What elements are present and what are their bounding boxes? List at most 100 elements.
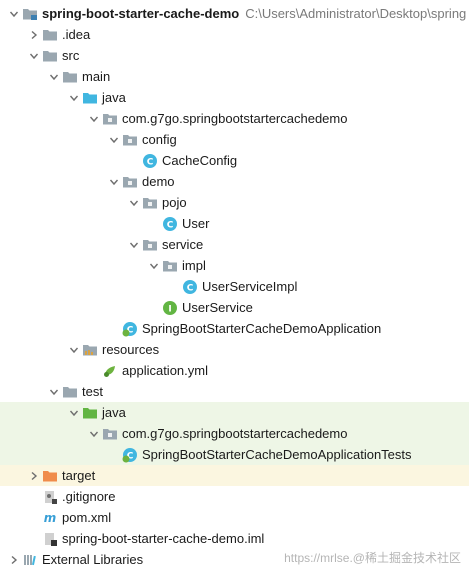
chevron-down-icon[interactable] [86,108,102,129]
tree-item-label: spring-boot-starter-cache-demo [42,6,240,21]
chevron-right-icon[interactable] [26,465,42,486]
tree-item-label: .gitignore [62,489,116,504]
tree-item-label: pojo [162,195,187,210]
tree-item-label: UserServiceImpl [202,279,298,294]
chevron-down-icon[interactable] [126,192,142,213]
tree-row[interactable]: spring-boot-starter-cache-demo C:\Users\A… [0,3,469,24]
tree-row[interactable]: config [0,129,469,150]
class-icon: C [142,153,158,169]
tree-row[interactable]: test [0,381,469,402]
module-folder-icon [22,6,38,22]
tree-item-label: User [182,216,210,231]
tree-item-label: test [82,384,103,399]
chevron-right-icon[interactable] [26,24,42,45]
tree-row[interactable]: service [0,234,469,255]
tree-row[interactable]: application.yml [0,360,469,381]
chevron-down-icon[interactable] [146,255,162,276]
chevron-right-icon[interactable] [6,549,22,570]
tree-row[interactable]: C UserServiceImpl [0,276,469,297]
package-icon [122,132,138,148]
chevron-down-icon[interactable] [46,381,62,402]
tree-row[interactable]: com.g7go.springbootstartercachedemo [0,108,469,129]
source-folder-icon [82,90,98,106]
tree-row[interactable]: pojo [0,192,469,213]
chevron-down-icon[interactable] [46,66,62,87]
tree-row[interactable]: impl [0,255,469,276]
class-icon: C [162,216,178,232]
chevron-down-icon[interactable] [106,129,122,150]
tree-row[interactable]: C CacheConfig [0,150,469,171]
package-icon [122,174,138,190]
svg-text:C: C [147,157,154,167]
tree-item-label: service [162,237,204,252]
tree-row[interactable]: C SpringBootStarterCacheDemoApplicationTe… [0,444,469,465]
resources-folder-icon [82,342,98,358]
tree-item-label: spring-boot-starter-cache-demo.iml [62,531,265,546]
tree-item-label: External Libraries [42,552,144,567]
chevron-down-icon[interactable] [66,402,82,423]
test-folder-icon [82,405,98,421]
tree-row[interactable]: I UserService [0,297,469,318]
tree-item-label: SpringBootStarterCacheDemoApplicationTes… [142,447,412,462]
svg-text:I: I [168,304,171,314]
tree-row[interactable]: C SpringBootStarterCacheDemoApplication [0,318,469,339]
tree-row[interactable]: .idea [0,24,469,45]
chevron-down-icon[interactable] [26,45,42,66]
tree-item-label: com.g7go.springbootstartercachedemo [122,426,348,441]
chevron-down-icon[interactable] [6,3,22,24]
tree-row[interactable]: spring-boot-starter-cache-demo.iml [0,528,469,549]
svg-text:C: C [167,220,174,230]
package-icon [102,111,118,127]
tree-row[interactable]: target [0,465,469,486]
tree-item-label: src [62,48,80,63]
spring-class-icon: C [122,321,138,337]
tree-item-label: java [102,405,126,420]
tree-row[interactable]: src [0,45,469,66]
watermark: https://mrlse.@稀土掘金技术社区 [284,551,461,565]
package-icon [102,426,118,442]
chevron-down-icon[interactable] [86,423,102,444]
package-icon [142,195,158,211]
yml-file-icon [102,363,118,379]
tree-row[interactable]: java [0,402,469,423]
tree-row[interactable]: java [0,87,469,108]
tree-item-label: java [102,90,126,105]
folder-icon [42,48,58,64]
tree-row[interactable]: demo [0,171,469,192]
folder-icon [62,384,78,400]
folder-icon [42,27,58,43]
chevron-down-icon[interactable] [106,171,122,192]
tree-item-label: com.g7go.springbootstartercachedemo [122,111,348,126]
tree-row[interactable]: resources [0,339,469,360]
spring-class-icon: C [122,447,138,463]
tree-row[interactable]: m pom.xml [0,507,469,528]
tree-item-label: CacheConfig [162,153,238,168]
tree-item-label: resources [102,342,160,357]
chevron-down-icon[interactable] [126,234,142,255]
tree-item-label: config [142,132,177,147]
chevron-down-icon[interactable] [66,339,82,360]
package-icon [162,258,178,274]
iml-file-icon [42,531,58,547]
chevron-down-icon[interactable] [66,87,82,108]
tree-item-label: UserService [182,300,253,315]
tree-item-label: SpringBootStarterCacheDemoApplication [142,321,382,336]
libraries-icon [22,552,38,568]
project-path: C:\Users\Administrator\Desktop\spring [245,6,467,21]
tree-row[interactable]: .gitignore [0,486,469,507]
tree-row[interactable]: main [0,66,469,87]
gitignore-file-icon [42,489,58,505]
tree-item-label: impl [182,258,206,273]
tree-row[interactable]: com.g7go.springbootstartercachedemo [0,423,469,444]
tree-row[interactable]: C User [0,213,469,234]
tree-item-label: pom.xml [62,510,112,525]
tree-item-label: main [82,69,111,84]
excluded-folder-icon [42,468,58,484]
svg-text:C: C [187,283,194,293]
interface-icon: I [162,300,178,316]
tree-item-label: .idea [62,27,91,42]
tree-item-label: application.yml [122,363,208,378]
class-icon: C [182,279,198,295]
svg-text:m: m [44,511,57,525]
folder-icon [62,69,78,85]
